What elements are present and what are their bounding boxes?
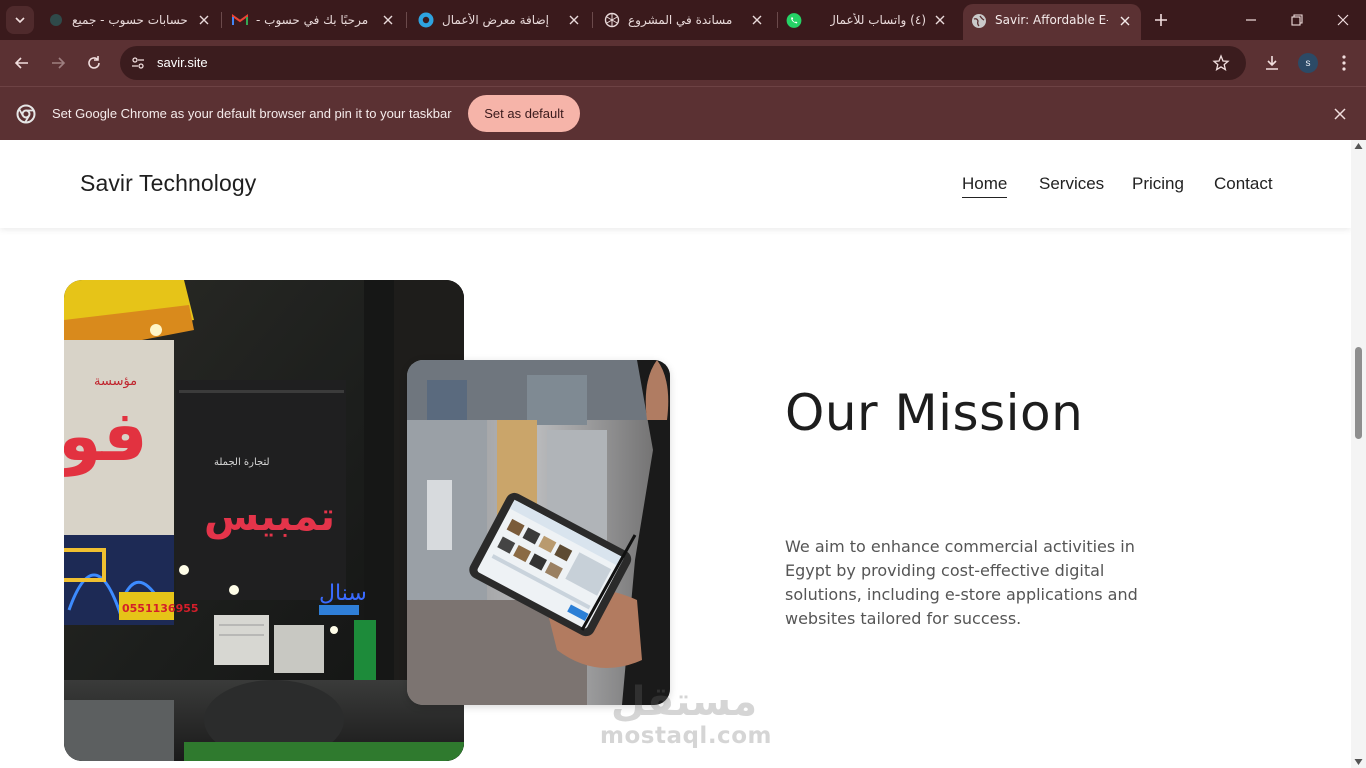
nav-services[interactable]: Services [1039, 174, 1104, 194]
mostaql-logo-icon: مستقل [611, 679, 757, 725]
mission-title: Our Mission [785, 384, 1084, 442]
mostaql-icon [418, 12, 434, 28]
browser-tab-active[interactable]: Savir: Affordable E-Store [963, 4, 1141, 40]
close-icon[interactable] [1117, 13, 1133, 29]
browser-toolbar: savir.site s [0, 40, 1366, 86]
browser-tab[interactable]: مساندة في المشروع [596, 4, 776, 36]
scroll-down-arrow-icon[interactable] [1354, 758, 1363, 766]
tab-separator [777, 12, 778, 28]
whatsapp-icon [786, 12, 802, 28]
browser-tab[interactable]: حسابات حسوب - جميع [40, 4, 220, 36]
openai-icon [604, 12, 620, 28]
tab-title: حسابات حسوب - جميع [72, 13, 188, 27]
new-tab-icon[interactable] [1152, 11, 1170, 29]
tab-title: مساندة في المشروع [628, 13, 733, 27]
default-browser-infobar: Set Google Chrome as your default browse… [0, 86, 1366, 140]
tab-title: إضافة معرض الأعمال [442, 13, 549, 27]
tab-separator [406, 12, 407, 28]
browser-tab[interactable]: (٤) واتساب للأعمال [780, 4, 960, 36]
url-text[interactable]: savir.site [157, 55, 208, 70]
svg-text:لتجارة الجملة: لتجارة الجملة [214, 457, 270, 468]
close-icon[interactable] [749, 12, 765, 28]
scrollbar-thumb[interactable] [1355, 347, 1362, 439]
close-window-icon[interactable] [1333, 10, 1353, 30]
svg-text:فو: فو [64, 395, 148, 477]
page-scrollbar[interactable] [1351, 140, 1366, 768]
profile-avatar[interactable]: s [1298, 53, 1318, 73]
globe-icon [971, 13, 987, 29]
scroll-up-arrow-icon[interactable] [1354, 142, 1363, 150]
forward-arrow-icon[interactable] [48, 53, 68, 73]
close-icon[interactable] [566, 12, 582, 28]
svg-text:تمبيس: تمبيس [204, 494, 335, 540]
page-viewport: Savir Technology Home Services Pricing C… [0, 140, 1351, 768]
mission-text: We aim to enhance commercial activities … [785, 537, 1138, 628]
tab-strip: حسابات حسوب - جميع مرحبًا بك في حسوب - إ… [0, 0, 1366, 40]
site-settings-icon[interactable] [130, 55, 146, 71]
svg-text:مستقل: مستقل [611, 679, 757, 723]
minimize-icon[interactable] [1241, 10, 1261, 30]
restore-icon[interactable] [1287, 10, 1307, 30]
gmail-icon [232, 12, 248, 28]
storefront-photo: فو مؤسسة تمبيس لتجارة الجملة 0551136955 … [64, 280, 464, 761]
nav-home[interactable]: Home [962, 174, 1008, 198]
tab-title: (٤) واتساب للأعمال [830, 13, 926, 27]
svg-text:سنال: سنال [319, 581, 367, 606]
infobar-message: Set Google Chrome as your default browse… [52, 106, 452, 121]
nav-contact[interactable]: Contact [1214, 174, 1273, 194]
chrome-logo-icon [16, 104, 36, 124]
tab-title: Savir: Affordable E-Store [995, 13, 1108, 27]
tab-separator [221, 12, 222, 28]
chevron-down-icon [15, 17, 25, 24]
browser-tab[interactable]: إضافة معرض الأعمال [410, 4, 590, 36]
address-bar[interactable]: savir.site [120, 46, 1246, 80]
reload-icon[interactable] [84, 53, 104, 73]
close-icon[interactable] [932, 12, 948, 28]
back-arrow-icon[interactable] [12, 53, 32, 73]
site-header: Savir Technology Home Services Pricing C… [0, 140, 1351, 228]
nav-pricing[interactable]: Pricing [1132, 174, 1184, 194]
sign-phone-number: 0551136955 [122, 602, 199, 615]
site-brand[interactable]: Savir Technology [80, 170, 256, 197]
close-icon[interactable] [196, 12, 212, 28]
download-icon[interactable] [1262, 53, 1282, 73]
set-as-default-button[interactable]: Set as default [468, 95, 580, 132]
svg-text:مؤسسة: مؤسسة [94, 374, 137, 389]
tab-separator [592, 12, 593, 28]
mostaql-watermark: مستقل mostaql.com [598, 675, 772, 755]
tablet-photo [407, 360, 670, 705]
close-icon[interactable] [1332, 106, 1348, 122]
tab-title: مرحبًا بك في حسوب - [256, 13, 369, 27]
close-icon[interactable] [380, 12, 396, 28]
more-menu-icon[interactable] [1334, 53, 1354, 73]
hsoub-icon [48, 12, 64, 28]
watermark-text: mostaql.com [600, 723, 772, 749]
bookmark-star-icon[interactable] [1212, 54, 1230, 72]
browser-tab[interactable]: مرحبًا بك في حسوب - [224, 4, 404, 36]
tab-search-button[interactable] [6, 6, 34, 34]
